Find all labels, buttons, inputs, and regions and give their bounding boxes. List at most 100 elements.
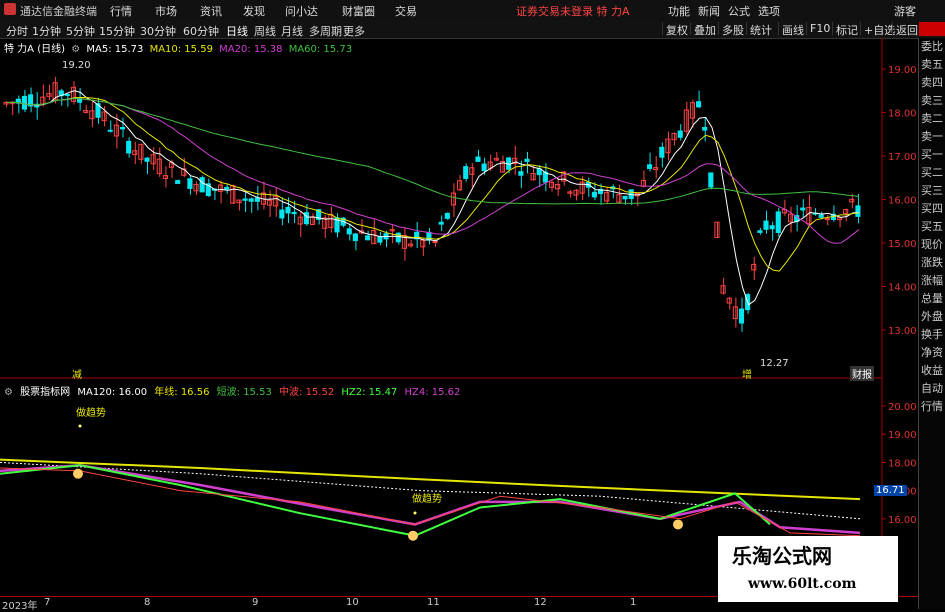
candle-body: [824, 218, 830, 221]
candle-body: [622, 195, 628, 200]
menu-function[interactable]: 功能: [668, 3, 690, 19]
menu-trade[interactable]: 交易: [395, 3, 417, 19]
trend-label-1: 做趋势: [76, 408, 106, 419]
kline-chart[interactable]: 19.00 18.00 17.00 16.00 15.00 14.00 13.00 20.00…: [0, 38, 920, 596]
candle-body: [524, 158, 530, 162]
menu-market[interactable]: 市场: [155, 3, 177, 19]
statistics-button[interactable]: 统计: [746, 22, 775, 37]
side-panel-item[interactable]: 收益: [919, 362, 945, 380]
tab-weekly[interactable]: 周线: [254, 23, 276, 39]
tab-timeshare[interactable]: 分时: [6, 23, 28, 39]
tab-1min[interactable]: 1分钟: [32, 23, 61, 39]
price-tick-label: 19.00: [888, 65, 917, 76]
menu-quotes[interactable]: 行情: [110, 3, 132, 19]
tag-mid-label: 增: [742, 370, 752, 381]
candle-body: [248, 198, 254, 202]
title-bar: 通达信金融终端 行情 市场 资讯 发现 问小达 财富圈 交易 证券交易未登录 特…: [0, 0, 945, 21]
buy-signal-icon: [408, 530, 418, 541]
price-tick-label: 13.00: [888, 326, 917, 337]
tab-60min[interactable]: 60分钟: [183, 23, 219, 39]
side-panel-item[interactable]: 外盘: [919, 308, 945, 326]
menu-discover[interactable]: 发现: [243, 3, 265, 19]
f10-button[interactable]: F10: [806, 22, 833, 35]
candle-body: [677, 130, 683, 138]
candle-body: [702, 126, 708, 131]
candle-body: [199, 177, 205, 193]
menu-wealth[interactable]: 财富圈: [342, 3, 375, 19]
candle-body: [800, 207, 806, 211]
tab-30min[interactable]: 30分钟: [140, 23, 176, 39]
candle-body: [285, 206, 291, 214]
side-panel-item[interactable]: 净资: [919, 344, 945, 362]
indicator-legend: ⚙ 股票指标网 MA120: 16.00 年线: 16.56 短波: 15.53…: [4, 383, 464, 398]
tab-more[interactable]: 更多: [343, 23, 365, 39]
side-panel-item[interactable]: 买三: [919, 182, 945, 200]
ma-lines: [7, 90, 860, 306]
tab-daily[interactable]: 日线: [226, 23, 248, 39]
side-panel-item[interactable]: 卖二: [919, 110, 945, 128]
indicator-title: 股票指标网: [20, 387, 71, 398]
side-panel-item[interactable]: 现价: [919, 236, 945, 254]
date-label: 7: [44, 597, 51, 608]
candle-body: [352, 233, 358, 242]
side-panel-item[interactable]: 换手: [919, 326, 945, 344]
overlay-button[interactable]: 叠加: [690, 22, 719, 37]
signal-dot: [78, 424, 82, 428]
ma20-line: [7, 97, 860, 244]
candle-body: [536, 168, 542, 176]
candle-body: [438, 221, 444, 225]
side-panel-item[interactable]: 买五: [919, 218, 945, 236]
candle-body: [291, 211, 297, 215]
date-label: 10: [346, 597, 359, 608]
side-panel-item[interactable]: 行情: [919, 398, 945, 416]
level2-badge-icon[interactable]: [919, 22, 945, 36]
price-tick-label: 14.00: [888, 283, 917, 294]
side-panel-item[interactable]: 涨幅: [919, 272, 945, 290]
side-panel-item[interactable]: 卖四: [919, 74, 945, 92]
side-panel-item[interactable]: 卖五: [919, 56, 945, 74]
candle-body: [481, 163, 487, 172]
report-tag[interactable]: 财报: [850, 366, 874, 381]
menu-guest[interactable]: 游客: [894, 3, 916, 19]
menu-xiaoda[interactable]: 问小达: [285, 3, 318, 19]
side-panel-item[interactable]: 买一: [919, 146, 945, 164]
tab-5min[interactable]: 5分钟: [66, 23, 95, 39]
watermark: 乐淘公式网 www.60lt.com: [718, 536, 898, 602]
multi-stock-button[interactable]: 多股: [718, 22, 747, 37]
mark-button[interactable]: 标记: [832, 22, 861, 37]
candle-body: [187, 178, 193, 189]
side-panel-item[interactable]: 买四: [919, 200, 945, 218]
candle-body: [267, 200, 273, 206]
login-status: 证券交易未登录 特 力A: [516, 5, 630, 18]
date-label: 1: [630, 597, 637, 608]
restore-rights-button[interactable]: 复权: [662, 22, 691, 37]
side-panel-item[interactable]: 卖一: [919, 128, 945, 146]
indicator-gear-icon[interactable]: ⚙: [4, 387, 13, 398]
date-label: 2023年: [2, 601, 38, 612]
back-button[interactable]: 返回: [892, 22, 921, 37]
current-value-box: 16.71: [874, 485, 907, 496]
menu-news[interactable]: 资讯: [200, 3, 222, 19]
tab-15min[interactable]: 15分钟: [99, 23, 135, 39]
watermark-title: 乐淘公式网: [732, 544, 832, 568]
side-panel-item[interactable]: 涨跌: [919, 254, 945, 272]
candle-body: [708, 172, 714, 188]
app-title: 通达信金融终端: [20, 5, 97, 18]
low-price-label: 12.27: [760, 358, 789, 369]
price-tick-label: 15.00: [888, 239, 917, 250]
ind-tick-label: 16.00: [888, 515, 917, 526]
side-panel-item[interactable]: 买二: [919, 164, 945, 182]
draw-line-button[interactable]: 画线: [778, 22, 807, 37]
menu-options[interactable]: 选项: [758, 3, 780, 19]
candle-body: [696, 101, 702, 108]
tab-monthly[interactable]: 月线: [281, 23, 303, 39]
candle-body: [647, 164, 653, 169]
tab-multi-period[interactable]: 多周期: [309, 23, 342, 39]
side-panel-item[interactable]: 总量: [919, 290, 945, 308]
hz2-curve: [0, 464, 771, 537]
side-panel-item[interactable]: 自动: [919, 380, 945, 398]
side-panel-item[interactable]: 委比: [919, 38, 945, 56]
side-panel-item[interactable]: 卖三: [919, 92, 945, 110]
menu-formula[interactable]: 公式: [728, 3, 750, 19]
menu-newsroom[interactable]: 新闻: [698, 3, 720, 19]
